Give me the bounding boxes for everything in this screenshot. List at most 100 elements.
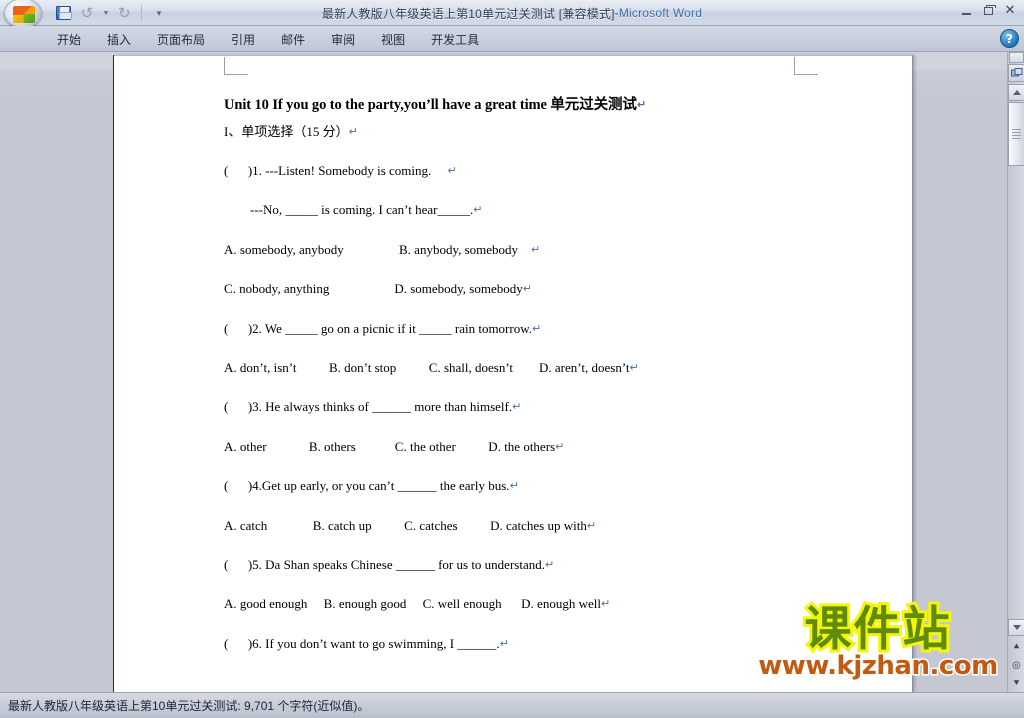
question-2-stem: ( )2. We _____ go on a picnic if it ____… [224,320,533,336]
tab-home[interactable]: 开始 [44,28,94,52]
tab-developer[interactable]: 开发工具 [418,28,492,52]
restore-button[interactable] [978,2,998,19]
customize-qat-button[interactable]: ▾ [148,3,170,23]
document-heading-text: Unit 10 If you go to the party,you’ll ha… [224,97,637,113]
page-navigation-group: ⯅ ◎ ⯆ [1008,638,1024,692]
paragraph-row: ---No, _____ is coming. I can’t hear____… [224,203,824,242]
toolbar-divider [141,5,142,21]
restore-icon [983,4,996,15]
save-button[interactable] [52,3,74,23]
window-title-document: 最新人教版八年级英语上第10单元过关测试 [兼容模式] [321,6,615,21]
pilcrow-icon: ↵ [348,125,358,138]
undo-button[interactable]: ↺ [76,3,98,23]
minimize-icon [961,12,971,15]
status-bar-text: 最新人教版八年级英语上第10单元过关测试: 9,701 个字符(近似值)。 [8,699,370,713]
vertical-scrollbar[interactable]: ⯅ ◎ ⯆ [1007,52,1024,692]
previous-page-button[interactable]: ⯅ [1008,638,1024,656]
pilcrow-icon: ↵ [544,557,555,571]
paragraph-row: C. nobody, anything D. somebody, somebod… [224,282,824,321]
split-bar-handle[interactable] [1009,52,1024,63]
tab-view[interactable]: 视图 [368,28,418,52]
pilcrow-icon: ↵ [473,203,483,217]
close-button[interactable]: ✕ [1000,2,1020,19]
pilcrow-icon: ↵ [532,321,542,335]
pilcrow-icon: ↵ [531,242,541,256]
window-title-separator: - [614,6,619,20]
pilcrow-icon: ↵ [512,400,522,414]
paragraph-row: A. somebody, anybody B. anybody, somebod… [224,243,824,282]
pilcrow-icon: ↵ [636,98,646,111]
scrollbar-thumb[interactable] [1008,102,1024,166]
select-browse-object-icon[interactable]: ◎ [1008,656,1024,674]
paragraph-row: ( )6. If you don’t want to go swimming, … [224,637,824,676]
office-button[interactable] [4,0,42,28]
chevron-up-icon [1012,90,1021,95]
undo-dropdown-button[interactable]: ▼ [100,3,111,23]
title-bar: 最新人教版八年级英语上第10单元过关测试 [兼容模式] - Microsoft … [0,0,1024,28]
minimize-button[interactable] [956,2,976,19]
ribbon-tab-bar: 开始 插入 页面布局 引用 邮件 审阅 视图 开发工具 ? [0,26,1024,52]
question-1-options-cd: C. nobody, anything D. somebody, somebod… [224,281,523,297]
redo-icon: ↺ [117,3,131,22]
paragraph-row: ( )1. ---Listen! Somebody is coming. ↵ [224,164,824,203]
question-4-stem: ( )4.Get up early, or you can’t ______ t… [224,478,510,494]
quick-access-toolbar: ↺ ▼ ↺ ▾ [48,2,174,24]
document-heading: Unit 10 If you go to the party,you’ll ha… [224,93,824,114]
browse-object-icon [1010,67,1022,76]
pilcrow-icon: ↵ [629,360,639,374]
pilcrow-icon: ↵ [600,597,611,611]
section-heading-1: I、单项选择（15 分） [224,124,349,139]
office-logo-icon [13,6,35,23]
select-browse-object-button[interactable] [1008,64,1024,82]
undo-icon: ↺ [80,3,94,22]
question-5-options: A. good enough B. enough good C. well en… [224,596,601,612]
scroll-down-button[interactable] [1008,619,1024,636]
pilcrow-icon: ↵ [555,439,565,453]
paragraph-row: A. don’t, isn’t B. don’t stop C. shall, … [224,361,824,400]
question-1-options-ab: A. somebody, anybody B. anybody, somebod… [224,241,519,257]
tab-review[interactable]: 审阅 [318,28,368,52]
scrollbar-grip-icon [1012,129,1021,139]
status-bar: 最新人教版八年级英语上第10单元过关测试: 9,701 个字符(近似值)。 [0,692,1024,718]
paragraph-row: ( )4.Get up early, or you can’t ______ t… [224,479,824,518]
tab-insert[interactable]: 插入 [94,28,144,52]
question-5-stem: ( )5. Da Shan speaks Chinese ______ for … [224,556,545,572]
question-2-options: A. don’t, isn’t B. don’t stop C. shall, … [224,359,630,375]
paragraph-row: ( )2. We _____ go on a picnic if it ____… [224,322,824,361]
paragraph-row: A. other B. others C. the other D. the o… [224,440,824,479]
redo-button[interactable]: ↺ [113,3,135,23]
close-icon: ✕ [1004,3,1016,18]
paragraph-row: ( )5. Da Shan speaks Chinese ______ for … [224,558,824,597]
help-icon[interactable]: ? [1000,29,1019,48]
customize-icon: ▾ [156,7,162,18]
next-page-button[interactable]: ⯆ [1008,674,1024,692]
document-workspace: Unit 10 If you go to the party,you’ll ha… [0,52,1024,692]
tab-mailings[interactable]: 邮件 [268,28,318,52]
save-icon [55,6,72,20]
window-controls: ✕ [956,2,1020,19]
paragraph-row: ( )3. He always thinks of ______ more th… [224,400,824,439]
paragraph-row: A. good enough B. enough good C. well en… [224,597,824,636]
question-6-stem: ( )6. If you don’t want to go swimming, … [224,635,500,651]
question-3-stem: ( )3. He always thinks of ______ more th… [224,399,513,415]
question-3-options: A. other B. others C. the other D. the o… [224,438,556,454]
scroll-up-button[interactable] [1008,84,1024,101]
question-1-stem-line2: ---No, _____ is coming. I can’t hear____… [224,202,474,218]
window-title-app: Microsoft Word [618,6,703,20]
question-4-options: A. catch B. catch up C. catches D. catch… [224,517,587,533]
word-window: 最新人教版八年级英语上第10单元过关测试 [兼容模式] - Microsoft … [0,0,1024,718]
paragraph-row: A. catch B. catch up C. catches D. catch… [224,519,824,558]
pilcrow-icon: ↵ [522,282,532,296]
document-page[interactable]: Unit 10 If you go to the party,you’ll ha… [113,55,913,692]
paragraph-row: I、单项选择（15 分） ↵ [224,114,824,164]
pilcrow-icon: ↵ [509,479,519,493]
pilcrow-icon: ↵ [447,164,457,177]
chevron-down-icon [1012,625,1021,630]
document-text-area[interactable]: Unit 10 If you go to the party,you’ll ha… [114,55,912,692]
tab-page-layout[interactable]: 页面布局 [144,28,218,52]
tab-references[interactable]: 引用 [218,28,268,52]
pilcrow-icon: ↵ [586,518,597,532]
pilcrow-icon: ↵ [499,636,509,650]
